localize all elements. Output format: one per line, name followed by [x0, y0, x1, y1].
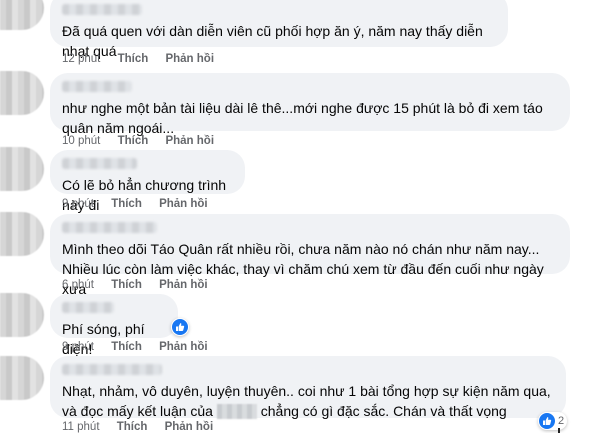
avatar[interactable] — [0, 0, 44, 30]
like-button[interactable]: Thích — [111, 198, 142, 210]
reply-button[interactable]: Phản hồi — [165, 135, 214, 147]
thumbs-up-icon — [172, 319, 188, 335]
comment-text: như nghe một bản tài liệu dài lê thê...m… — [62, 100, 543, 136]
avatar[interactable] — [0, 71, 44, 115]
reply-button[interactable]: Phản hồi — [159, 198, 208, 210]
commenter-name-blurred[interactable] — [62, 81, 132, 92]
avatar[interactable] — [0, 293, 44, 337]
avatar[interactable] — [0, 356, 44, 400]
like-button[interactable]: Thích — [111, 341, 142, 353]
comment-bubble: như nghe một bản tài liệu dài lê thê...m… — [50, 73, 570, 136]
comment-time[interactable]: 6 phút — [62, 279, 94, 291]
comment-time[interactable]: 12 phút — [62, 53, 100, 65]
reply-button[interactable]: Phản hồi — [159, 341, 208, 353]
comment-time[interactable]: 11 phút — [62, 421, 100, 433]
comment-time[interactable]: 9 phút — [62, 198, 94, 210]
comment-bubble: Đã quá quen với dàn diễn viên cũ phối hợ… — [50, 0, 508, 59]
comment-actions: 12 phút Thích Phản hồi — [62, 53, 228, 65]
comment-bubble: Mình theo dõi Táo Quân rất nhiều rồi, ch… — [50, 214, 570, 297]
comment-actions: 11 phút Thích Phản hồi — [62, 421, 227, 433]
comment-text: Phí sóng, phí điện! — [62, 321, 145, 357]
commenter-name-blurred[interactable] — [62, 4, 142, 15]
commenter-name-blurred[interactable] — [62, 302, 114, 313]
commenter-name-blurred[interactable] — [62, 364, 162, 375]
commenter-name-blurred[interactable] — [62, 158, 137, 169]
like-button[interactable]: Thích — [118, 53, 149, 65]
like-button[interactable]: Thích — [111, 279, 142, 291]
comment-text: Nhạt, nhảm, vô duyên, luyện thuyên.. coi… — [62, 381, 554, 421]
reply-button[interactable]: Phản hồi — [165, 421, 214, 433]
mouse-cursor — [558, 428, 560, 433]
redacted-name — [216, 404, 257, 419]
comment-actions: 6 phút Thích Phản hồi — [62, 279, 222, 291]
comment-bubble: Nhạt, nhảm, vô duyên, luyện thuyên.. coi… — [50, 356, 566, 421]
comment-bubble: Phí sóng, phí điện! — [50, 294, 178, 357]
like-button[interactable]: Thích — [118, 135, 149, 147]
commenter-name-blurred[interactable] — [62, 222, 157, 233]
comment-actions: 9 phút Thích Phản hồi — [62, 341, 222, 353]
reply-button[interactable]: Phản hồi — [165, 53, 214, 65]
thumbs-up-icon — [539, 413, 555, 429]
reaction-badge[interactable]: 2 — [538, 412, 568, 430]
avatar[interactable] — [0, 212, 44, 256]
reaction-badge[interactable] — [171, 318, 189, 336]
comment-time[interactable]: 10 phút — [62, 135, 100, 147]
comment-text-part: chẳng có gì đặc sắc. Chán và thất vọng — [260, 403, 507, 419]
comment-actions: 9 phút Thích Phản hồi — [62, 198, 222, 210]
comment-time[interactable]: 9 phút — [62, 341, 94, 353]
avatar[interactable] — [0, 147, 44, 191]
reply-button[interactable]: Phản hồi — [159, 279, 208, 291]
like-button[interactable]: Thích — [117, 421, 148, 433]
reaction-count: 2 — [558, 415, 565, 427]
comment-bubble: Có lẽ bỏ hẳn chương trình này đi — [50, 150, 245, 213]
comment-actions: 10 phút Thích Phản hồi — [62, 135, 228, 147]
